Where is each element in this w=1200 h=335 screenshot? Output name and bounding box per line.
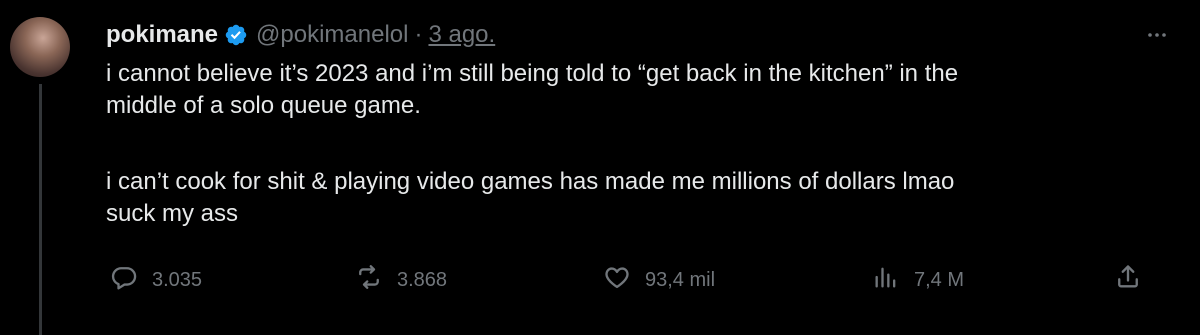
repost-icon [355,263,383,297]
tweet-card[interactable]: pokimane @pokimanelol · 3 ago. i cannot … [0,0,1200,335]
separator-dot: · [414,21,423,48]
more-horizontal-icon[interactable] [1142,22,1172,48]
reply-icon [110,263,138,297]
reply-button[interactable]: 3.035 [110,262,202,298]
tweet-paragraph-2: i can’t cook for shit & playing video ga… [106,168,955,227]
tweet-timestamp[interactable]: 3 ago. [428,18,495,52]
views-button[interactable]: 7,4 M [872,262,964,298]
repost-button[interactable]: 3.868 [355,262,447,298]
tweet-header: pokimane @pokimanelol · 3 ago. [106,18,495,52]
share-icon [1114,263,1142,297]
avatar[interactable] [10,17,70,77]
verified-badge-icon [224,23,248,47]
author-name[interactable]: pokimane [106,18,218,52]
views-count: 7,4 M [914,268,965,291]
like-button[interactable]: 93,4 mil [603,262,715,298]
tweet-paragraph-1: i cannot believe it’s 2023 and i’m still… [106,60,959,119]
share-button[interactable] [1114,262,1142,298]
views-chart-icon [872,263,900,297]
repost-count: 3.868 [397,268,448,291]
tweet-actions-bar: 3.035 3.868 93,4 mil 7,4 M [0,262,1200,298]
author-handle[interactable]: @pokimanelol [256,18,408,52]
heart-icon [603,263,631,297]
reply-count: 3.035 [152,268,203,291]
tweet-text: i cannot believe it’s 2023 and i’m still… [106,58,1181,230]
like-count: 93,4 mil [645,268,716,291]
